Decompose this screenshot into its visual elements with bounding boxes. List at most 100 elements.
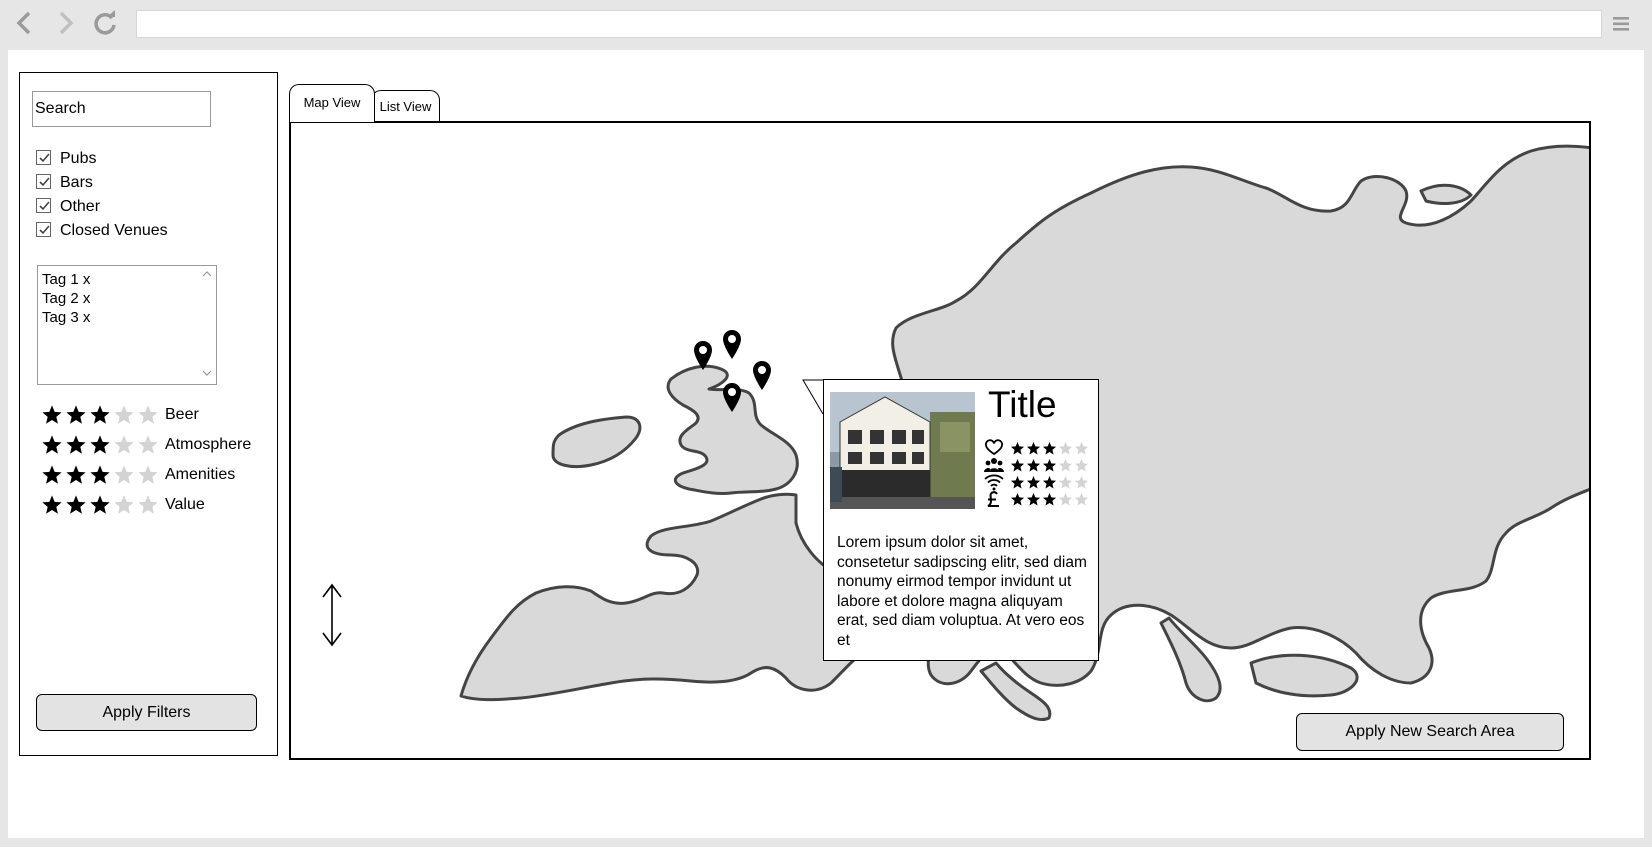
star-filled-icon [1042, 458, 1057, 471]
filter-closed-venues[interactable]: Closed Venues [36, 221, 168, 241]
vertical-resize-arrow-icon[interactable] [321, 583, 343, 647]
checkbox[interactable] [36, 221, 51, 237]
chevron-left-icon [16, 11, 31, 35]
url-bar[interactable] [136, 10, 1602, 38]
star-filled-icon [1026, 475, 1041, 488]
star-filled-icon [66, 405, 86, 424]
check-icon [39, 152, 50, 162]
map-pin-icon[interactable] [721, 381, 743, 413]
tag-item[interactable]: Tag 1 x [38, 270, 90, 289]
star-rating[interactable] [41, 464, 165, 486]
rating-beer[interactable]: Beer [41, 402, 199, 428]
heart-icon [985, 439, 1003, 456]
anatolia-landmass [1249, 653, 1359, 698]
rating-value[interactable]: Value [41, 492, 205, 518]
check-icon [39, 176, 50, 186]
filter-pubs[interactable]: Pubs [36, 149, 96, 169]
group-icon [984, 458, 1004, 472]
popup-title: Title [988, 384, 1057, 425]
star-filled-icon [1042, 492, 1057, 505]
checkbox[interactable] [36, 173, 51, 189]
star-filled-icon [66, 465, 86, 484]
ireland-landmass [551, 415, 642, 469]
apply-new-search-area-button[interactable]: Apply New Search Area [1296, 713, 1564, 751]
popup-rating-row [984, 456, 1089, 474]
star-filled-icon [42, 495, 62, 514]
tag-item[interactable]: Tag 2 x [38, 289, 90, 308]
star-empty-icon [1058, 458, 1073, 471]
scroll-up-icon [202, 271, 212, 277]
star-rating [1010, 492, 1089, 507]
star-filled-icon [1026, 458, 1041, 471]
browser-toolbar [0, 0, 1652, 48]
star-empty-icon [114, 495, 134, 514]
star-empty-icon [138, 465, 158, 484]
map-pin-icon[interactable] [721, 328, 743, 360]
filter-sidebar: Search Pubs Bars Other Closed Venues Tag… [19, 72, 278, 756]
star-filled-icon [42, 465, 62, 484]
star-rating[interactable] [41, 404, 165, 426]
star-filled-icon [42, 405, 62, 424]
star-rating [1010, 475, 1089, 490]
map-pin-icon[interactable] [751, 359, 773, 391]
popup-rating-row [984, 439, 1089, 457]
wifi-icon [984, 474, 1004, 491]
rating-atmosphere[interactable]: Atmosphere [41, 432, 251, 458]
star-rating[interactable] [41, 494, 165, 516]
star-empty-icon [114, 465, 134, 484]
star-filled-icon [1010, 475, 1025, 488]
tag-item[interactable]: Tag 3 x [38, 308, 90, 327]
browser-menu-button[interactable] [1610, 12, 1634, 36]
reload-icon [94, 10, 116, 35]
tag-scrollbar[interactable] [198, 266, 216, 384]
tag-list[interactable]: Tag 1 x Tag 2 x Tag 3 x [37, 265, 217, 385]
map-view[interactable]: Title Lorem ipsum dolor sit amet, conset… [289, 121, 1591, 760]
apply-filters-button[interactable]: Apply Filters [36, 694, 257, 731]
star-empty-icon [1074, 475, 1089, 488]
star-filled-icon [90, 465, 110, 484]
star-filled-icon [1026, 492, 1041, 505]
tab-list-view[interactable]: List View [371, 90, 440, 122]
rating-amenities[interactable]: Amenities [41, 462, 235, 488]
search-input[interactable]: Search [32, 91, 211, 127]
star-filled-icon [1010, 458, 1025, 471]
filter-bars[interactable]: Bars [36, 173, 93, 193]
star-filled-icon [90, 405, 110, 424]
star-empty-icon [1058, 475, 1073, 488]
map-pin-icon[interactable] [692, 339, 714, 371]
checkbox[interactable] [36, 149, 51, 165]
star-rating [1010, 458, 1089, 473]
island-landmass [1419, 183, 1473, 205]
star-filled-icon [1010, 441, 1025, 454]
popup-description: Lorem ipsum dolor sit amet, consetetur s… [837, 534, 1087, 649]
rating-label: Beer [165, 406, 199, 423]
pound-icon [987, 491, 999, 507]
star-filled-icon [42, 435, 62, 454]
checkbox[interactable] [36, 197, 51, 213]
reload-button[interactable] [90, 8, 120, 38]
filter-other[interactable]: Other [36, 197, 100, 217]
star-empty-icon [138, 435, 158, 454]
star-empty-icon [1058, 492, 1073, 505]
star-rating[interactable] [41, 434, 165, 456]
star-empty-icon [1058, 441, 1073, 454]
tab-map-view[interactable]: Map View [289, 84, 375, 122]
forward-button[interactable] [50, 8, 80, 38]
check-icon [39, 224, 50, 234]
star-empty-icon [138, 405, 158, 424]
star-filled-icon [1010, 492, 1025, 505]
venue-popup[interactable]: Title Lorem ipsum dolor sit amet, conset… [823, 379, 1099, 661]
star-filled-icon [66, 495, 86, 514]
back-button[interactable] [10, 8, 40, 38]
star-empty-icon [138, 495, 158, 514]
star-empty-icon [114, 435, 134, 454]
hamburger-menu-icon [1613, 17, 1629, 31]
star-filled-icon [90, 495, 110, 514]
chevron-right-icon [59, 11, 74, 35]
venue-photo [830, 392, 975, 509]
star-filled-icon [1026, 441, 1041, 454]
scroll-down-icon [202, 370, 212, 376]
filter-label: Pubs [60, 150, 97, 167]
filter-label: Other [60, 198, 101, 215]
rating-label: Atmosphere [165, 436, 252, 453]
